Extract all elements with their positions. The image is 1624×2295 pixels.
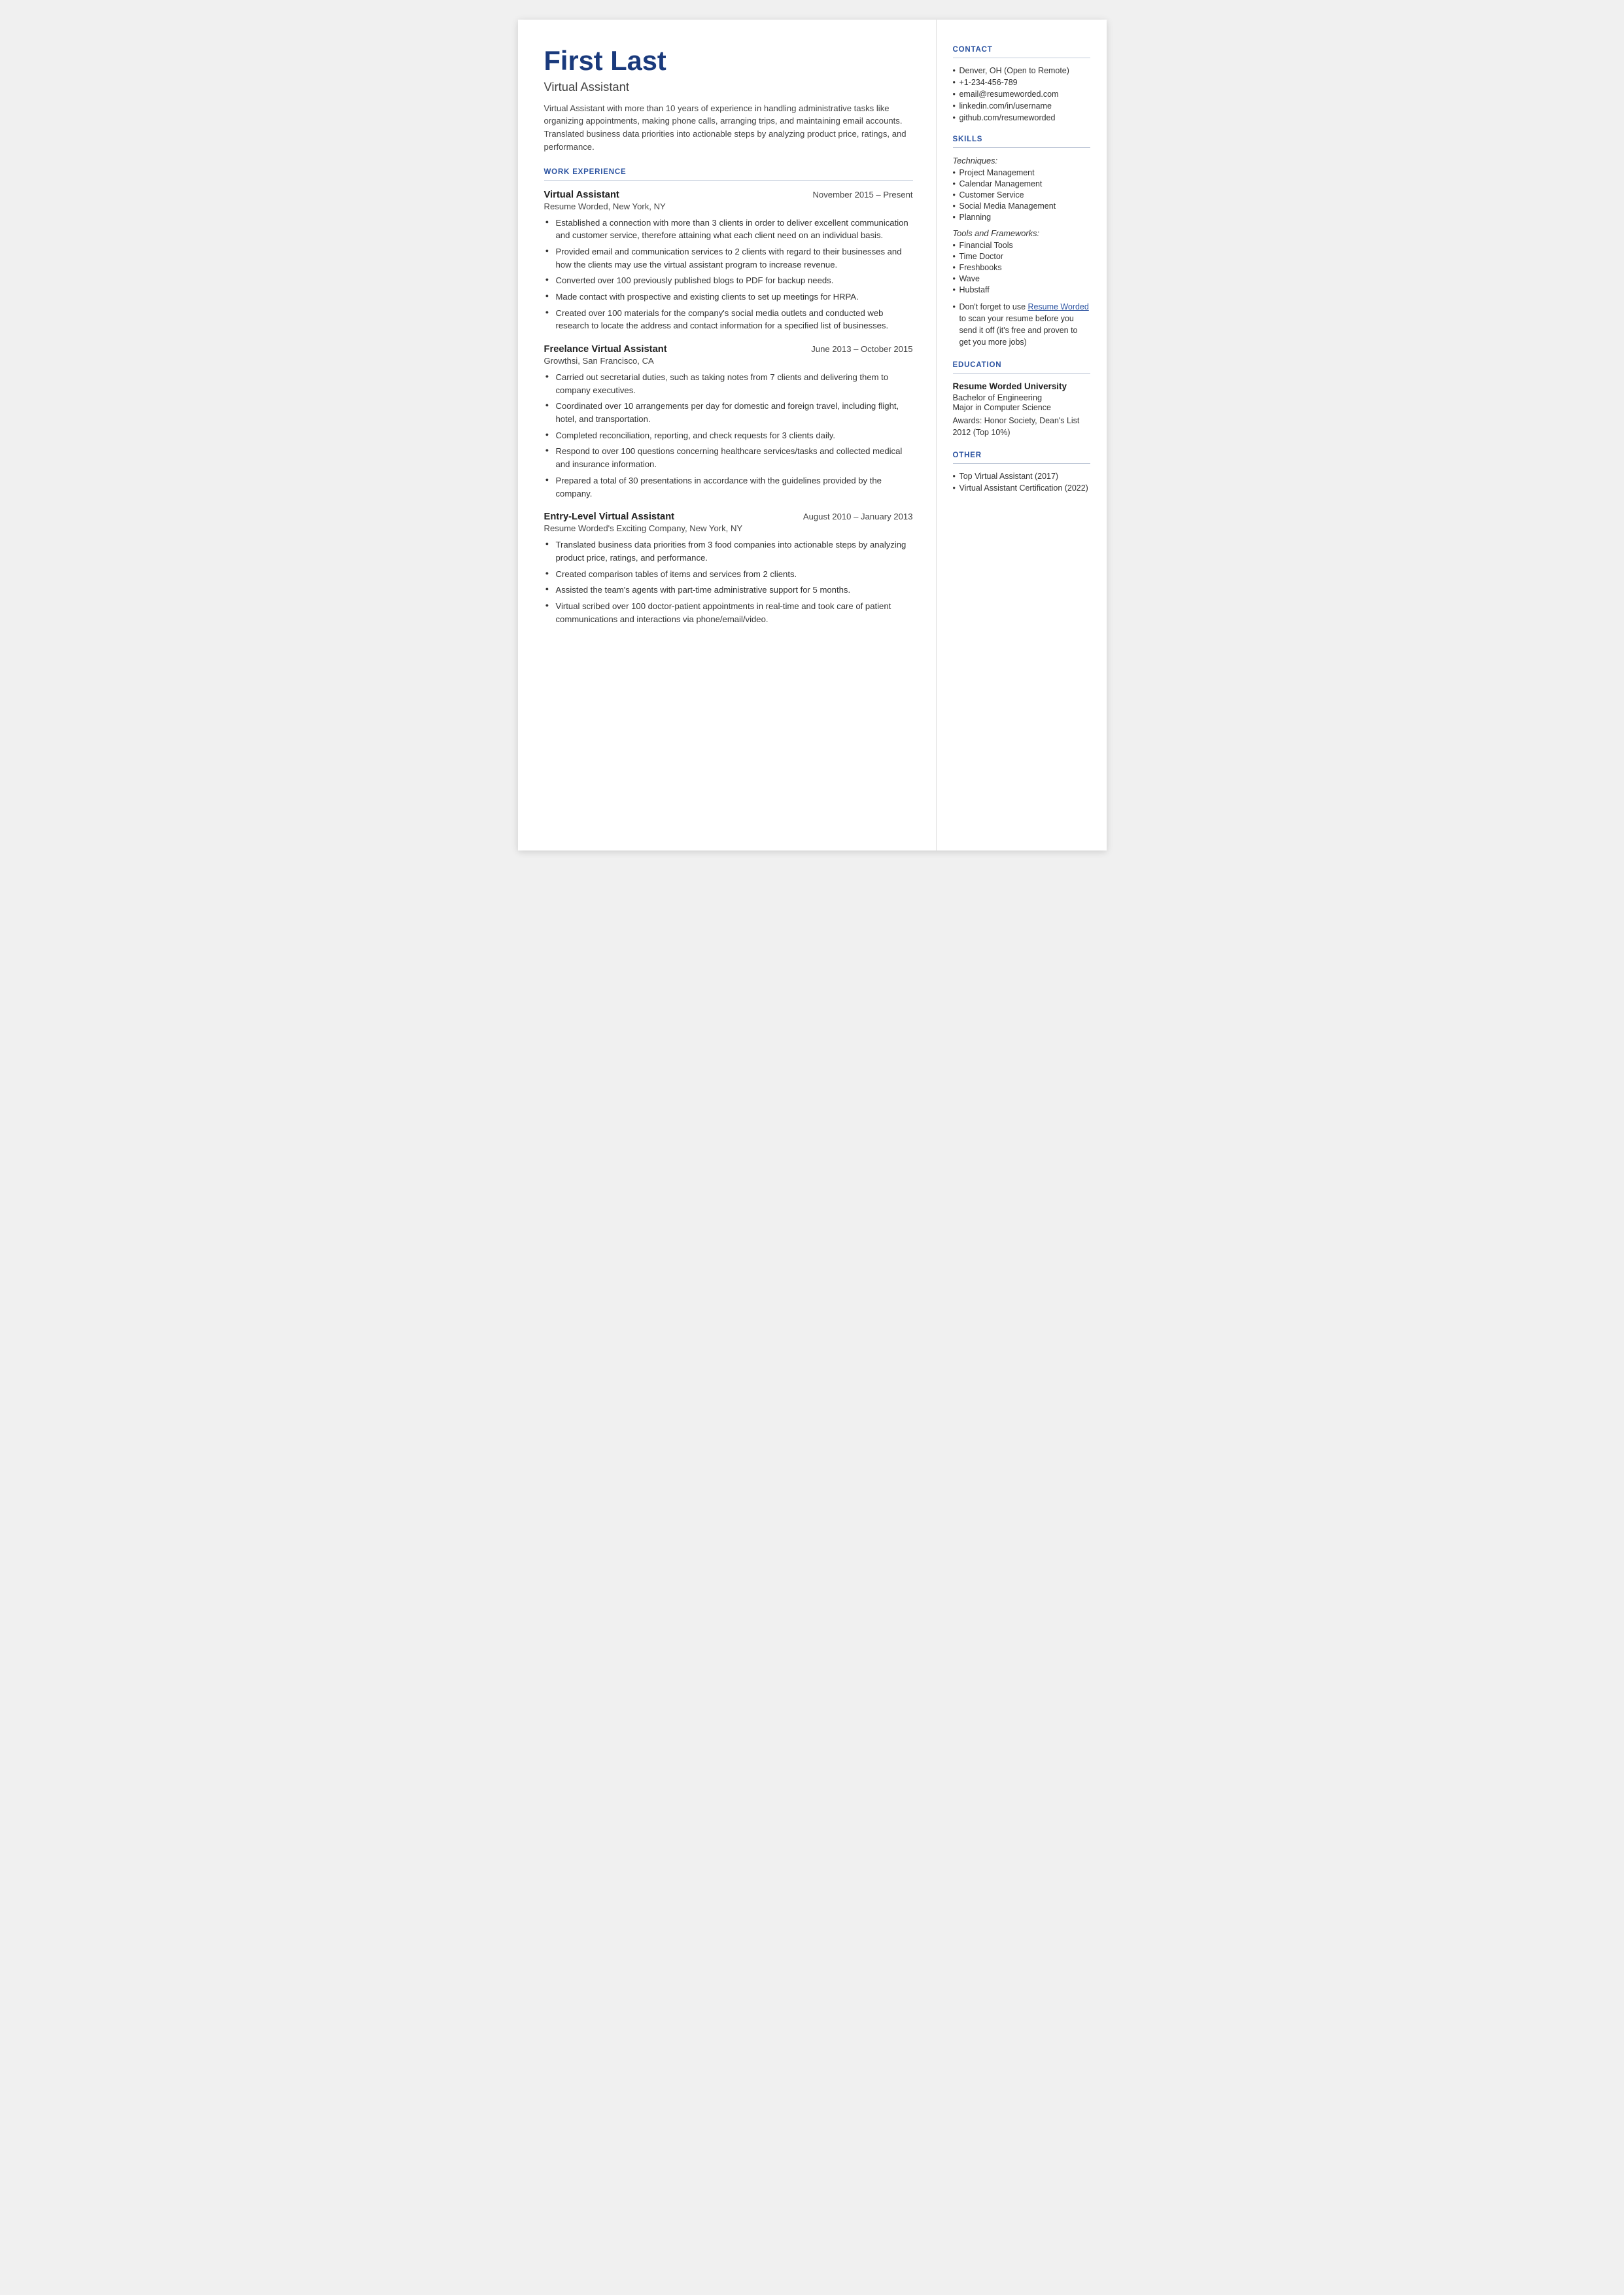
tools-label: Tools and Frameworks: — [953, 228, 1090, 238]
job-3-dates: August 2010 – January 2013 — [803, 512, 913, 521]
list-item: Established a connection with more than … — [544, 217, 913, 242]
list-item: Customer Service — [953, 190, 1090, 200]
job-1-header: Virtual Assistant November 2015 – Presen… — [544, 190, 913, 200]
right-column: CONTACT Denver, OH (Open to Remote) +1-2… — [937, 20, 1107, 850]
job-3-company: Resume Worded's Exciting Company, New Yo… — [544, 523, 913, 533]
list-item: Assisted the team's agents with part-tim… — [544, 584, 913, 597]
candidate-name: First Last — [544, 46, 913, 76]
job-3-header: Entry-Level Virtual Assistant August 201… — [544, 512, 913, 522]
work-experience-label: WORK EXPERIENCE — [544, 168, 913, 176]
list-item: Prepared a total of 30 presentations in … — [544, 474, 913, 500]
list-item: Time Doctor — [953, 252, 1090, 261]
education-section: EDUCATION Resume Worded University Bache… — [953, 361, 1090, 438]
list-item: Hubstaff — [953, 285, 1090, 294]
resume-page: First Last Virtual Assistant Virtual Ass… — [518, 20, 1107, 850]
job-1-dates: November 2015 – Present — [812, 190, 912, 200]
list-item: Planning — [953, 213, 1090, 222]
list-item: Project Management — [953, 168, 1090, 177]
list-item: github.com/resumeworded — [953, 113, 1090, 122]
list-item: linkedin.com/in/username — [953, 101, 1090, 111]
edu-major: Major in Computer Science — [953, 403, 1090, 412]
work-experience-divider — [544, 180, 913, 181]
contact-section: CONTACT Denver, OH (Open to Remote) +1-2… — [953, 46, 1090, 122]
job-2-header: Freelance Virtual Assistant June 2013 – … — [544, 344, 913, 355]
list-item: Respond to over 100 questions concerning… — [544, 445, 913, 470]
list-item: Virtual scribed over 100 doctor-patient … — [544, 600, 913, 625]
list-item: Freshbooks — [953, 263, 1090, 272]
other-label: OTHER — [953, 451, 1090, 459]
resume-worded-link[interactable]: Resume Worded — [1028, 302, 1088, 311]
list-item: Calendar Management — [953, 179, 1090, 188]
tools-list: Financial Tools Time Doctor Freshbooks W… — [953, 241, 1090, 294]
list-item: Completed reconciliation, reporting, and… — [544, 429, 913, 442]
techniques-list: Project Management Calendar Management C… — [953, 168, 1090, 222]
skills-note: Don't forget to use Resume Worded to sca… — [953, 301, 1090, 348]
candidate-title: Virtual Assistant — [544, 80, 913, 94]
list-item: Wave — [953, 274, 1090, 283]
list-item: Carried out secretarial duties, such as … — [544, 371, 913, 396]
skills-section: SKILLS Techniques: Project Management Ca… — [953, 135, 1090, 348]
edu-degree: Bachelor of Engineering — [953, 393, 1090, 402]
education-divider — [953, 373, 1090, 374]
skills-divider — [953, 147, 1090, 148]
list-item: Converted over 100 previously published … — [544, 274, 913, 287]
list-item: Social Media Management — [953, 201, 1090, 211]
list-item: Coordinated over 10 arrangements per day… — [544, 400, 913, 425]
job-3-title: Entry-Level Virtual Assistant — [544, 512, 675, 522]
list-item: Created over 100 materials for the compa… — [544, 307, 913, 332]
techniques-label: Techniques: — [953, 156, 1090, 166]
list-item: Provided email and communication service… — [544, 245, 913, 271]
list-item: Denver, OH (Open to Remote) — [953, 66, 1090, 75]
job-2-title: Freelance Virtual Assistant — [544, 344, 667, 355]
other-divider — [953, 463, 1090, 464]
list-item: Created comparison tables of items and s… — [544, 568, 913, 581]
list-item: +1-234-456-789 — [953, 78, 1090, 87]
list-item: Virtual Assistant Certification (2022) — [953, 483, 1090, 493]
job-1-company: Resume Worded, New York, NY — [544, 201, 913, 211]
education-label: EDUCATION — [953, 361, 1090, 369]
job-3-bullets: Translated business data priorities from… — [544, 538, 913, 625]
list-item: Top Virtual Assistant (2017) — [953, 472, 1090, 481]
list-item: Translated business data priorities from… — [544, 538, 913, 564]
contact-list: Denver, OH (Open to Remote) +1-234-456-7… — [953, 66, 1090, 122]
contact-label: CONTACT — [953, 46, 1090, 54]
list-item: email@resumeworded.com — [953, 90, 1090, 99]
edu-awards: Awards: Honor Society, Dean's List 2012 … — [953, 415, 1090, 438]
job-2-dates: June 2013 – October 2015 — [811, 344, 912, 354]
candidate-summary: Virtual Assistant with more than 10 year… — [544, 102, 913, 154]
left-column: First Last Virtual Assistant Virtual Ass… — [518, 20, 937, 850]
list-item: Made contact with prospective and existi… — [544, 290, 913, 304]
job-1-bullets: Established a connection with more than … — [544, 217, 913, 333]
job-2-company: Growthsi, San Francisco, CA — [544, 356, 913, 366]
job-2-bullets: Carried out secretarial duties, such as … — [544, 371, 913, 500]
other-list: Top Virtual Assistant (2017) Virtual Ass… — [953, 472, 1090, 493]
skills-label: SKILLS — [953, 135, 1090, 143]
job-1-title: Virtual Assistant — [544, 190, 619, 200]
other-section: OTHER Top Virtual Assistant (2017) Virtu… — [953, 451, 1090, 493]
list-item: Financial Tools — [953, 241, 1090, 250]
edu-institution: Resume Worded University — [953, 381, 1090, 391]
